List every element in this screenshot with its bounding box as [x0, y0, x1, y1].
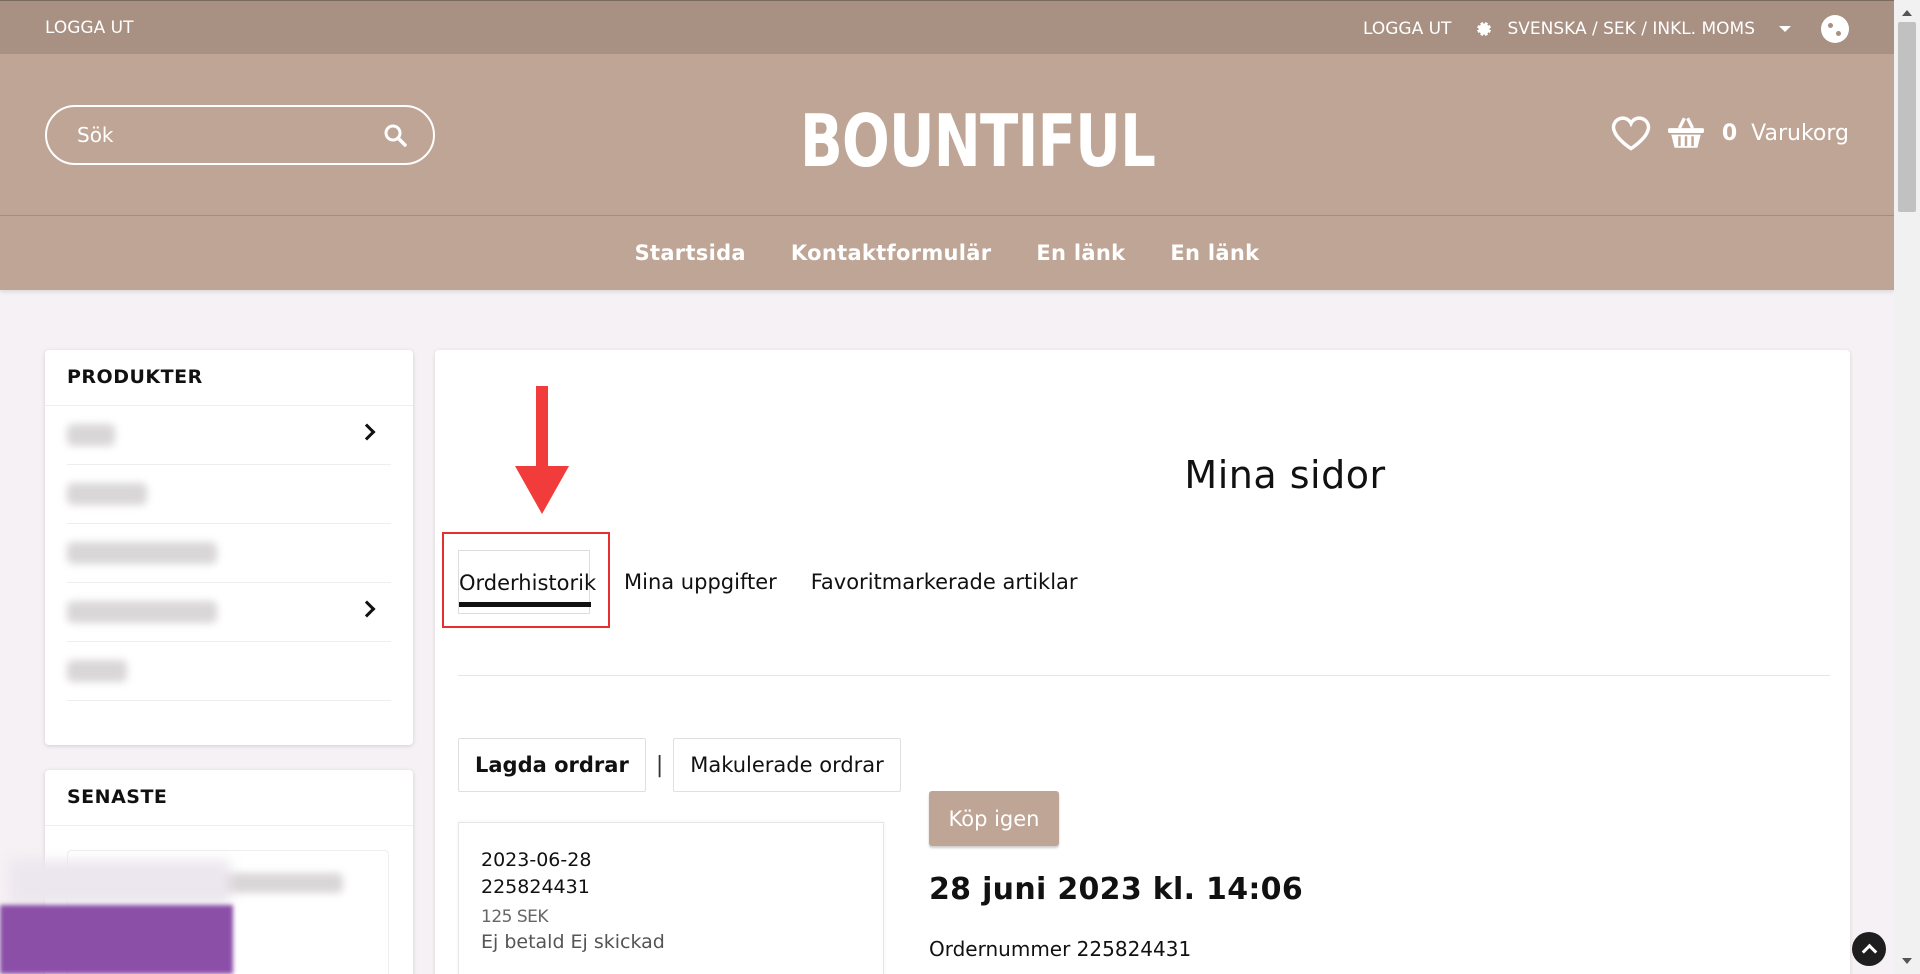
subtab-makulerade-ordrar[interactable]: Makulerade ordrar — [673, 738, 901, 792]
blurred-label — [67, 424, 115, 446]
scroll-down-icon[interactable] — [1902, 958, 1912, 964]
nav-kontaktformular[interactable]: Kontaktformulär — [791, 241, 991, 265]
blurred-label — [67, 601, 217, 623]
cart-count: 0 — [1721, 120, 1738, 146]
order-subtabs: Lagda ordrar | Makulerade ordrar — [458, 738, 901, 792]
order-datetime: 28 juni 2023 kl. 14:06 — [929, 872, 1304, 907]
latest-title: SENASTE — [45, 770, 413, 826]
sidebar-item[interactable] — [67, 406, 391, 465]
order-number-line: Ordernummer 225824431 — [929, 937, 1192, 961]
divider — [458, 675, 1830, 676]
cookie-icon[interactable] — [1821, 15, 1849, 43]
header: BOUNTIFUL 0 Varukorg — [0, 54, 1894, 216]
main-nav: Startsida Kontaktformulär En länk En län… — [0, 216, 1894, 290]
cart-link[interactable]: Varukorg — [1751, 121, 1849, 146]
scroll-to-top-button[interactable] — [1852, 932, 1886, 966]
brand-logo[interactable]: BOUNTIFUL — [800, 102, 1156, 180]
scrollbar[interactable] — [1894, 0, 1920, 974]
nav-startsida[interactable]: Startsida — [635, 241, 746, 265]
page-title: Mina sidor — [1184, 453, 1386, 497]
search-box — [45, 105, 435, 165]
blurred-overlay — [10, 860, 230, 905]
nav-en-lank-2[interactable]: En länk — [1170, 241, 1259, 265]
sidebar-item[interactable] — [67, 583, 391, 642]
blurred-label — [67, 542, 217, 564]
chevron-down-icon — [1779, 26, 1791, 32]
products-title: PRODUKTER — [45, 350, 413, 406]
tab-favoriter[interactable]: Favoritmarkerade artiklar — [811, 550, 1078, 614]
buy-again-button[interactable]: Köp igen — [929, 791, 1059, 846]
order-card[interactable]: 2023-06-28 225824431 125 SEK Ej betald E… — [458, 822, 884, 974]
tab-orderhistorik[interactable]: Orderhistorik — [458, 550, 596, 614]
tab-bar: Orderhistorik Mina uppgifter Favoritmark… — [458, 550, 1078, 614]
top-bar-right: LOGGA UT SVENSKA / SEK / INKL. MOMS — [1363, 15, 1849, 43]
subtab-separator: | — [655, 752, 664, 778]
tab-mina-uppgifter[interactable]: Mina uppgifter — [624, 550, 777, 614]
logout-link-right[interactable]: LOGGA UT — [1363, 17, 1451, 41]
scrollbar-thumb[interactable] — [1898, 22, 1916, 212]
subtab-lagda-ordrar[interactable]: Lagda ordrar — [458, 738, 646, 792]
sidebar-item[interactable] — [67, 642, 391, 701]
logout-link-left[interactable]: LOGGA UT — [45, 18, 133, 38]
sidebar-item[interactable] — [67, 524, 391, 583]
scroll-up-icon[interactable] — [1902, 10, 1912, 16]
chevron-right-icon[interactable] — [358, 600, 376, 618]
order-status: Ej betald Ej skickad — [481, 931, 665, 953]
order-number: 225824431 — [481, 876, 590, 898]
main-panel: Mina sidor Orderhistorik Mina uppgifter … — [435, 350, 1850, 974]
order-date: 2023-06-28 — [481, 849, 592, 871]
chevron-right-icon[interactable] — [358, 423, 376, 441]
blurred-label — [67, 483, 147, 505]
heart-icon[interactable] — [1610, 114, 1652, 152]
top-bar: LOGGA UT LOGGA UT SVENSKA / SEK / INKL. … — [0, 0, 1894, 54]
products-panel: PRODUKTER — [45, 350, 413, 745]
gear-icon — [1477, 22, 1492, 36]
blurred-banner — [0, 905, 233, 974]
order-amount: 125 SEK — [481, 907, 549, 927]
locale-selector[interactable]: SVENSKA / SEK / INKL. MOMS — [1507, 17, 1755, 41]
blurred-label — [67, 660, 127, 682]
basket-icon[interactable] — [1666, 115, 1706, 151]
cart-group: 0 Varukorg — [1610, 114, 1849, 152]
search-icon[interactable] — [383, 123, 407, 147]
sidebar-item[interactable] — [67, 465, 391, 524]
search-input[interactable] — [47, 107, 367, 163]
nav-en-lank-1[interactable]: En länk — [1036, 241, 1125, 265]
